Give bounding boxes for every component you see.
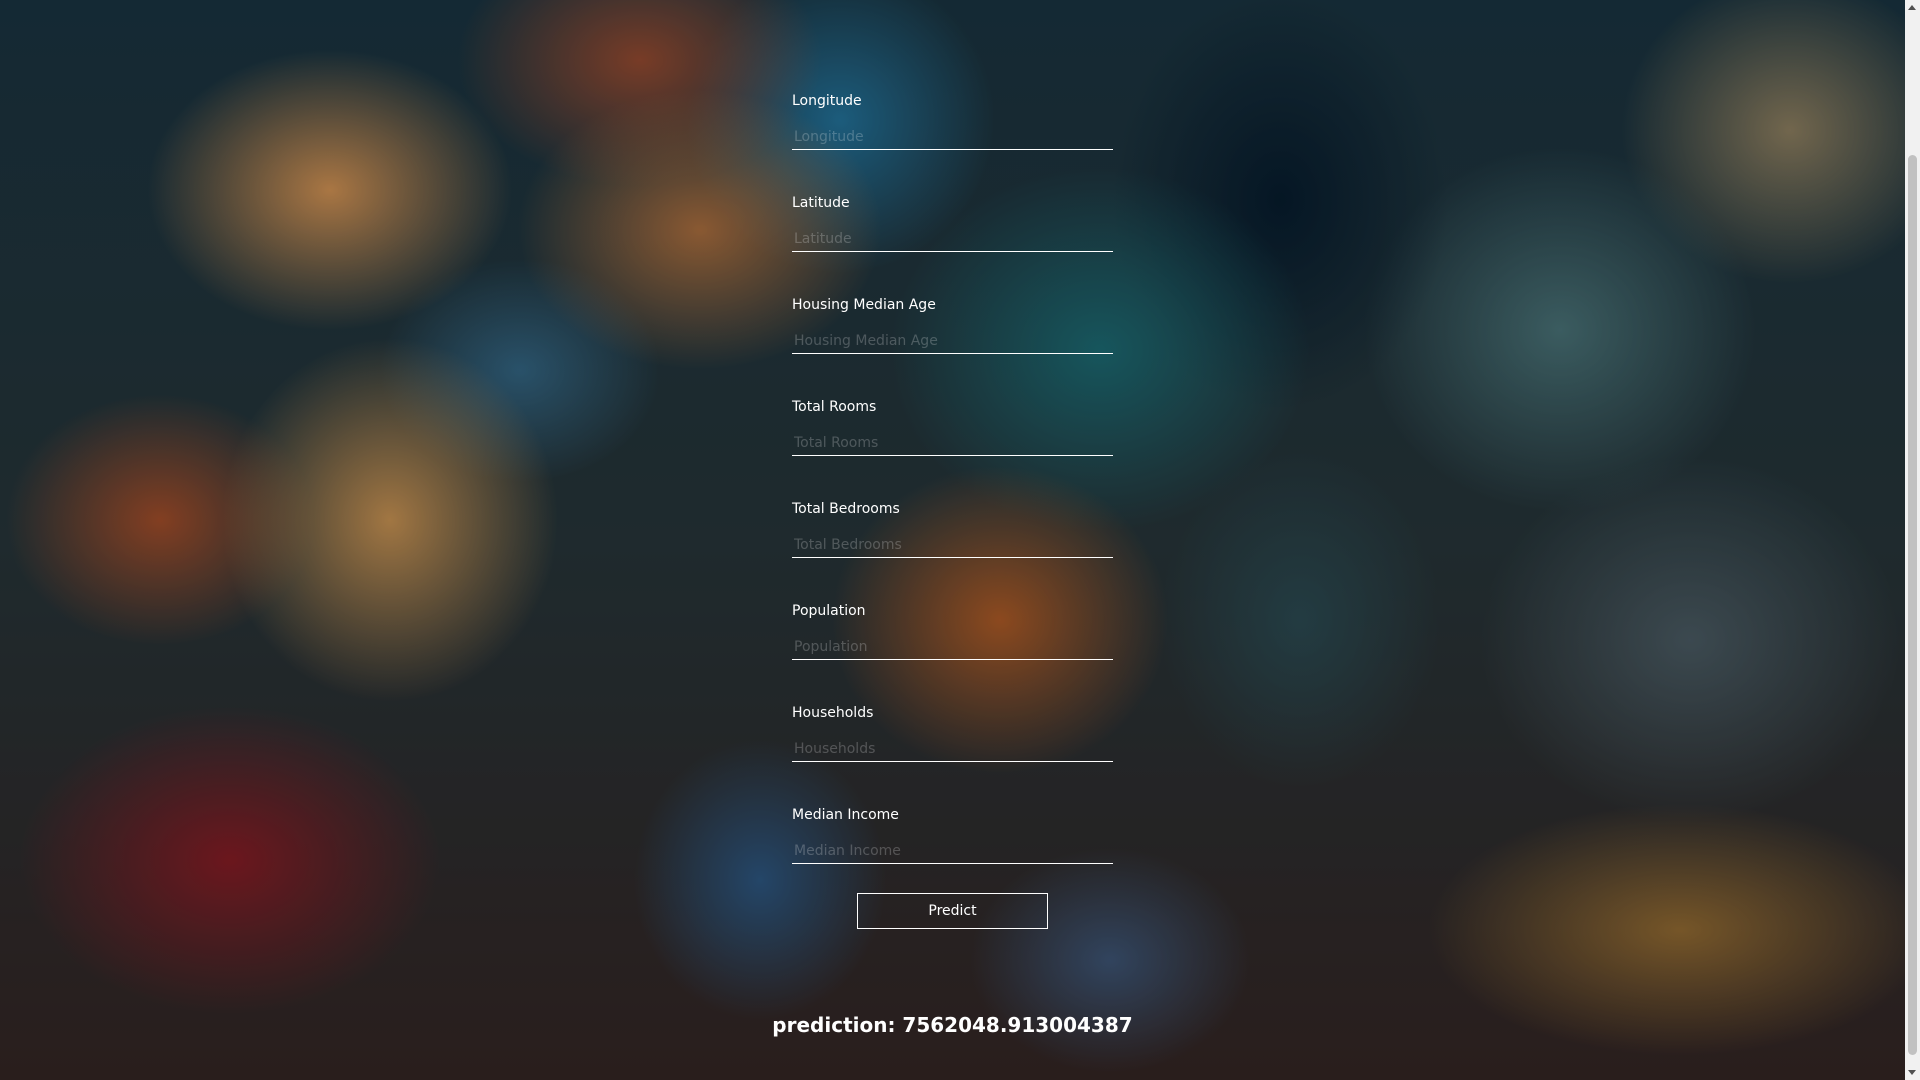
households-field: Households bbox=[792, 704, 1113, 784]
scroll-down-arrow-icon[interactable] bbox=[1908, 1070, 1916, 1075]
longitude-field: Longitude bbox=[792, 92, 1113, 172]
housing-median-age-label: Housing Median Age bbox=[792, 297, 936, 313]
longitude-input[interactable] bbox=[792, 124, 1113, 150]
latitude-input[interactable] bbox=[792, 226, 1113, 252]
prediction-result: prediction: 7562048.913004387 bbox=[772, 1013, 1133, 1037]
latitude-label: Latitude bbox=[792, 195, 850, 211]
longitude-label: Longitude bbox=[792, 93, 862, 109]
predict-button[interactable]: Predict bbox=[857, 893, 1048, 929]
median-income-label: Median Income bbox=[792, 807, 899, 823]
housing-median-age-input[interactable] bbox=[792, 328, 1113, 354]
vertical-scrollbar[interactable] bbox=[1905, 0, 1920, 1080]
total-rooms-label: Total Rooms bbox=[792, 399, 877, 415]
total-rooms-input[interactable] bbox=[792, 430, 1113, 456]
population-input[interactable] bbox=[792, 634, 1113, 660]
housing-median-age-field: Housing Median Age bbox=[792, 296, 1113, 376]
scrollbar-thumb[interactable] bbox=[1908, 155, 1917, 1055]
total-bedrooms-input[interactable] bbox=[792, 532, 1113, 558]
population-field: Population bbox=[792, 602, 1113, 682]
scroll-up-arrow-icon[interactable] bbox=[1908, 5, 1916, 10]
latitude-field: Latitude bbox=[792, 194, 1113, 274]
median-income-input[interactable] bbox=[792, 838, 1113, 864]
total-bedrooms-field: Total Bedrooms bbox=[792, 500, 1113, 580]
median-income-field: Median Income bbox=[792, 806, 1113, 886]
total-bedrooms-label: Total Bedrooms bbox=[792, 501, 900, 517]
total-rooms-field: Total Rooms bbox=[792, 398, 1113, 478]
households-input[interactable] bbox=[792, 736, 1113, 762]
households-label: Households bbox=[792, 705, 874, 721]
population-label: Population bbox=[792, 603, 866, 619]
